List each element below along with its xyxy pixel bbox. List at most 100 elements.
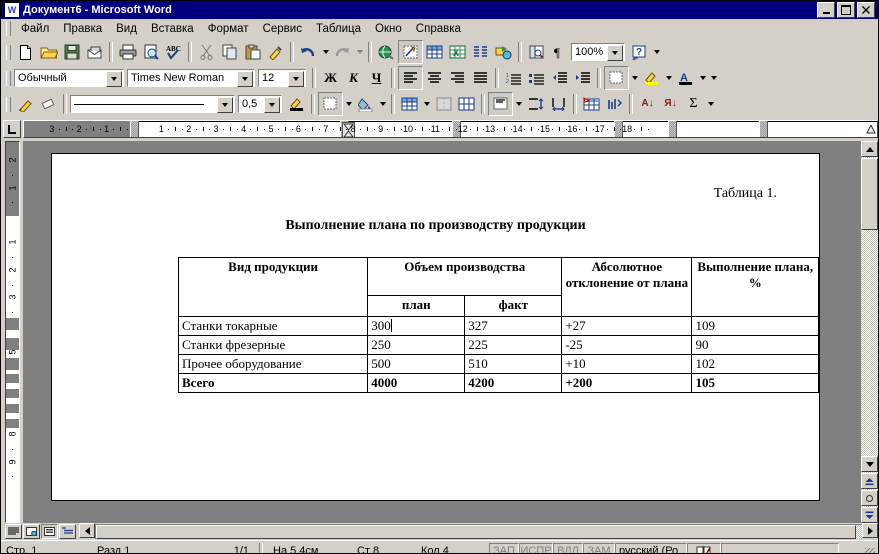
outside-border-icon[interactable] <box>318 92 343 116</box>
table-column-marker[interactable] <box>759 121 768 137</box>
scroll-right-arrow-icon[interactable] <box>862 523 878 538</box>
insert-excel-sheet-icon[interactable]: X <box>446 41 469 63</box>
bold-button[interactable]: Ж <box>319 67 342 89</box>
menu-tools[interactable]: Сервис <box>256 21 309 37</box>
insert-table-icon[interactable] <box>423 41 446 63</box>
table-column-marker[interactable] <box>130 121 139 137</box>
close-button[interactable] <box>857 2 875 18</box>
eraser-icon[interactable] <box>37 93 60 115</box>
redo-dropdown-arrow-icon[interactable] <box>354 41 365 63</box>
bulleted-list-icon[interactable] <box>525 67 548 89</box>
scroll-left-arrow-icon[interactable] <box>79 523 95 538</box>
table-row[interactable]: Прочее оборудование 500 510 +10 102 <box>177 354 819 374</box>
status-record-mode[interactable]: ЗАП <box>489 543 519 553</box>
border-color-pencil-icon[interactable] <box>285 93 308 115</box>
line-style-dropdown-arrow-icon[interactable] <box>217 97 233 113</box>
menu-file[interactable]: Файл <box>14 21 56 37</box>
cell-product-name[interactable]: Станки фрезерные <box>177 335 369 355</box>
status-track-changes[interactable]: ИСПР <box>519 543 553 553</box>
menu-help[interactable]: Справка <box>409 21 468 37</box>
table-row-marker[interactable] <box>6 318 19 330</box>
scroll-up-arrow-icon[interactable] <box>861 141 878 157</box>
table-row[interactable]: Станки токарные 300 327 +27 109 <box>177 316 819 336</box>
help-question-icon[interactable]: ? <box>628 41 651 63</box>
shading-color-icon[interactable] <box>354 93 377 115</box>
highlight-color-icon[interactable] <box>640 67 663 89</box>
cell-plan[interactable]: 250 <box>367 335 466 355</box>
print-preview-icon[interactable] <box>139 41 162 63</box>
document-page[interactable]: Таблица 1. Выполнение плана по производс… <box>51 153 820 501</box>
line-style-combobox[interactable] <box>70 95 235 113</box>
tables-and-borders-icon[interactable] <box>398 40 423 64</box>
insert-hyperlink-icon[interactable] <box>375 41 398 63</box>
standard-toolbar-overflow-icon[interactable] <box>651 41 662 63</box>
scroll-down-arrow-icon[interactable] <box>861 456 878 472</box>
menu-window[interactable]: Окно <box>368 21 409 37</box>
borders-dropdown-arrow-icon[interactable] <box>629 67 640 89</box>
maximize-button[interactable] <box>837 2 855 18</box>
copy-icon[interactable] <box>218 41 241 63</box>
cell-percent[interactable]: 102 <box>691 354 819 374</box>
insert-table-icon[interactable] <box>398 93 421 115</box>
highlight-dropdown-arrow-icon[interactable] <box>663 67 674 89</box>
normal-view-icon[interactable] <box>5 524 22 539</box>
line-weight-dropdown-arrow-icon[interactable] <box>264 97 280 113</box>
cell-deviation[interactable]: +27 <box>561 316 693 336</box>
border-dropdown-arrow-icon[interactable] <box>343 93 354 115</box>
sort-ascending-icon[interactable]: А↓ <box>636 93 659 115</box>
status-extend-selection[interactable]: ВДЛ <box>553 543 583 553</box>
decrease-indent-icon[interactable] <box>548 67 571 89</box>
numbered-list-icon[interactable]: 12 <box>502 67 525 89</box>
cell-plan[interactable]: 500 <box>367 354 466 374</box>
cell-fact[interactable]: 4200 <box>464 373 563 393</box>
tables-toolbar-drag-handle[interactable] <box>6 96 11 112</box>
font-combobox[interactable]: Times New Roman <box>127 69 255 87</box>
document-map-icon[interactable] <box>525 41 548 63</box>
merge-cells-icon[interactable] <box>432 93 455 115</box>
cell-deviation[interactable]: +200 <box>561 373 693 393</box>
columns-icon[interactable] <box>469 41 492 63</box>
cell-product-name[interactable]: Станки токарные <box>177 316 369 336</box>
print-layout-view-icon[interactable] <box>41 524 58 539</box>
select-browse-object-icon[interactable] <box>861 490 878 506</box>
outline-view-icon[interactable] <box>59 524 76 539</box>
draw-table-pencil-icon[interactable] <box>14 93 37 115</box>
menu-table[interactable]: Таблица <box>309 21 368 37</box>
spelling-check-icon[interactable]: ABC <box>162 41 185 63</box>
table-row-marker[interactable] <box>6 338 19 350</box>
cut-scissors-icon[interactable] <box>195 41 218 63</box>
table-row-marker[interactable] <box>6 389 19 398</box>
table-total-row[interactable]: Всего 4000 4200 +200 105 <box>177 373 819 393</box>
new-document-icon[interactable] <box>14 41 37 63</box>
next-page-icon[interactable] <box>861 507 878 523</box>
align-left-icon[interactable] <box>398 66 423 90</box>
font-size-combobox[interactable]: 12 <box>258 69 306 87</box>
font-dropdown-arrow-icon[interactable] <box>237 71 253 87</box>
status-language[interactable]: русский (Ро <box>615 543 687 553</box>
window-resize-grip[interactable] <box>862 543 876 553</box>
font-size-dropdown-arrow-icon[interactable] <box>288 71 304 87</box>
italic-button[interactable]: К <box>342 67 365 89</box>
table-column-marker[interactable] <box>668 121 677 137</box>
table-row[interactable]: Станки фрезерные 250 225 -25 90 <box>177 335 819 355</box>
undo-arrow-icon[interactable] <box>297 41 320 63</box>
underline-button[interactable]: Ч <box>365 67 388 89</box>
align-right-icon[interactable] <box>446 67 469 89</box>
line-weight-combobox[interactable]: 0,5 <box>238 95 282 113</box>
menu-edit[interactable]: Правка <box>56 21 109 37</box>
open-folder-icon[interactable] <box>37 41 60 63</box>
table-row-marker[interactable] <box>6 358 19 370</box>
menu-drag-handle[interactable] <box>6 21 11 36</box>
standard-toolbar-drag-handle[interactable] <box>6 44 11 60</box>
style-dropdown-arrow-icon[interactable] <box>106 71 122 87</box>
cell-plan[interactable]: 300 <box>367 316 466 336</box>
insert-table-dropdown-arrow-icon[interactable] <box>421 93 432 115</box>
cell-fact[interactable]: 510 <box>464 354 563 374</box>
cell-product-name[interactable]: Прочее оборудование <box>177 354 369 374</box>
zoom-dropdown-arrow-icon[interactable] <box>607 45 623 61</box>
cell-percent[interactable]: 90 <box>691 335 819 355</box>
previous-page-icon[interactable] <box>861 473 878 489</box>
align-top-icon[interactable] <box>488 92 513 116</box>
formatting-toolbar-drag-handle[interactable] <box>6 70 11 86</box>
mail-recipient-icon[interactable] <box>83 41 106 63</box>
